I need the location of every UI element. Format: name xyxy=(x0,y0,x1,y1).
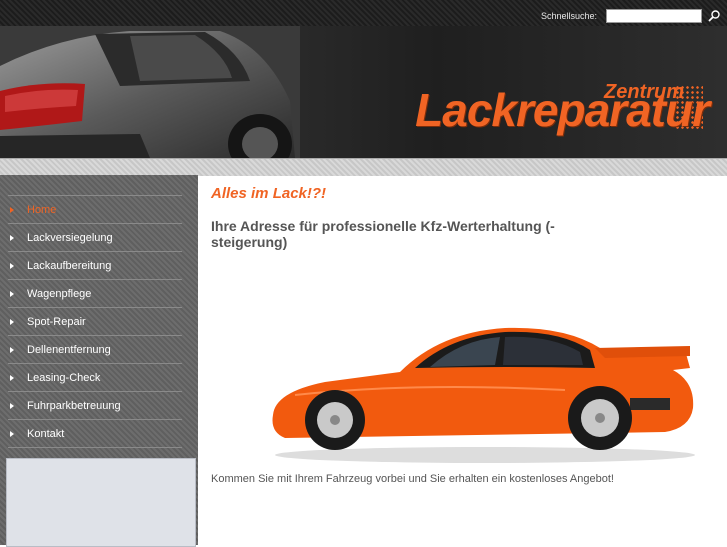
arrow-right-icon xyxy=(10,318,18,325)
arrow-right-icon xyxy=(10,234,18,241)
offer-caption: Kommen Sie mit Ihrem Fahrzeug vorbei und… xyxy=(211,473,614,485)
nav-item-label: Kontakt xyxy=(27,427,65,440)
nav-item-label: Dellenentfernung xyxy=(27,343,111,356)
nav-item-label: Wagenpflege xyxy=(27,287,92,300)
site-logo[interactable]: Zentrum Lackreparatur xyxy=(359,81,710,151)
search-label: Schnellsuche: xyxy=(540,11,597,21)
nav-item-fuhrparkbetreuung[interactable]: Fuhrparkbetreuung xyxy=(8,392,182,420)
search-input[interactable] xyxy=(606,9,702,23)
main-content: Alles im Lack!?! Ihre Adresse für profes… xyxy=(211,185,711,250)
arrow-right-icon xyxy=(10,262,18,269)
nav-item-lackaufbereitung[interactable]: Lackaufbereitung xyxy=(8,252,182,280)
logo-title: Lackreparatur xyxy=(415,84,710,136)
arrow-right-icon xyxy=(10,374,18,381)
nav-item-spot-repair[interactable]: Spot-Repair xyxy=(8,308,182,336)
nav-item-label: Lackversiegelung xyxy=(27,231,113,244)
arrow-right-icon xyxy=(10,402,18,409)
nav-item-lackversiegelung[interactable]: Lackversiegelung xyxy=(8,224,182,252)
nav-item-label: Spot-Repair xyxy=(27,315,86,328)
nav-item-kontakt[interactable]: Kontakt xyxy=(8,420,182,448)
sidebar: Home Lackversiegelung Lackaufbereitung W… xyxy=(0,175,198,547)
arrow-right-icon xyxy=(10,206,18,213)
nav-item-leasing-check[interactable]: Leasing-Check xyxy=(8,364,182,392)
main-navigation: Home Lackversiegelung Lackaufbereitung W… xyxy=(8,195,182,448)
orange-sports-car-image xyxy=(272,327,695,463)
header-car-image xyxy=(0,26,300,158)
header-stripe xyxy=(0,158,727,176)
top-bar: Schnellsuche: xyxy=(0,0,727,26)
nav-item-home[interactable]: Home xyxy=(8,196,182,224)
page-subtitle: Ihre Adresse für professionelle Kfz-Wert… xyxy=(211,218,555,250)
nav-item-label: Lackaufbereitung xyxy=(27,259,112,272)
arrow-right-icon xyxy=(10,346,18,353)
page-title: Alles im Lack!?! xyxy=(211,185,327,202)
nav-item-label: Fuhrparkbetreuung xyxy=(27,399,121,412)
nav-item-label: Leasing-Check xyxy=(27,371,101,384)
header-banner: Zentrum Lackreparatur xyxy=(0,26,727,158)
nav-item-dellenentfernung[interactable]: Dellenentfernung xyxy=(8,336,182,364)
nav-item-wagenpflege[interactable]: Wagenpflege xyxy=(8,280,182,308)
arrow-right-icon xyxy=(10,430,18,437)
search-icon[interactable] xyxy=(707,9,721,23)
nav-item-label: Home xyxy=(27,203,57,216)
arrow-right-icon xyxy=(10,290,18,297)
sidebar-box xyxy=(6,458,196,547)
